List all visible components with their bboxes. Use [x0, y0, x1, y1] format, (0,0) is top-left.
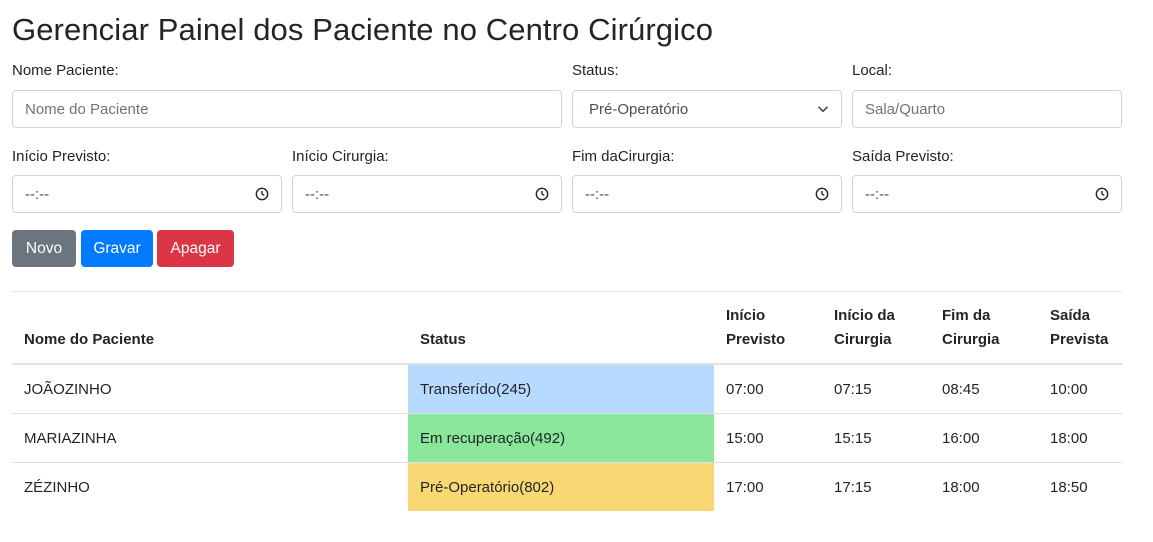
header-inicio-previsto-line1: Início	[726, 307, 766, 324]
novo-button[interactable]: Novo	[12, 230, 76, 267]
clock-icon[interactable]	[1095, 187, 1109, 201]
header-inicio-previsto: Início Previsto	[726, 304, 785, 352]
inicio-previsto-value: --:--	[25, 185, 50, 203]
saida-previsto-label: Saída Previsto:	[852, 148, 954, 165]
gravar-button[interactable]: Gravar	[81, 230, 153, 267]
cell-nome: JOÃOZINHO	[24, 380, 112, 398]
fim-cirurgia-time-input[interactable]: --:--	[572, 175, 842, 213]
header-inicio-cirurgia-line2: Cirurgia	[834, 331, 892, 348]
cell-fim-cirurgia: 08:45	[942, 380, 980, 398]
cell-status: Pré-Operatório(802)	[408, 463, 714, 511]
cell-inicio-cirurgia: 15:15	[834, 429, 872, 447]
local-input[interactable]: Sala/Quarto	[852, 90, 1122, 128]
clock-icon[interactable]	[255, 187, 269, 201]
cell-inicio-cirurgia: 17:15	[834, 478, 872, 496]
header-nome: Nome do Paciente	[24, 331, 155, 348]
header-status: Status	[420, 331, 466, 348]
table-header: Nome do Paciente Status Início Previsto …	[12, 292, 1122, 365]
nome-paciente-input[interactable]: Nome do Paciente	[12, 90, 562, 128]
clock-icon[interactable]	[815, 187, 829, 201]
header-fim-cirurgia: Fim da Cirurgia	[942, 304, 1000, 352]
header-saida-prevista-line2: Prevista	[1050, 331, 1109, 348]
cell-inicio-previsto: 17:00	[726, 478, 764, 496]
local-placeholder: Sala/Quarto	[865, 100, 946, 118]
header-saida-prevista: Saída Prevista	[1050, 304, 1108, 352]
inicio-cirurgia-label: Início Cirurgia:	[292, 148, 389, 165]
cell-fim-cirurgia: 18:00	[942, 478, 980, 496]
header-fim-cirurgia-line2: Cirurgia	[942, 331, 1000, 348]
status-label: Status:	[572, 62, 619, 79]
cell-nome: MARIAZINHA	[24, 429, 117, 447]
inicio-previsto-time-input[interactable]: --:--	[12, 175, 282, 213]
cell-saida-prevista: 18:50	[1050, 478, 1088, 496]
fim-cirurgia-label: Fim daCirurgia:	[572, 148, 675, 165]
apagar-button[interactable]: Apagar	[157, 230, 234, 267]
cell-inicio-previsto: 07:00	[726, 380, 764, 398]
inicio-cirurgia-value: --:--	[305, 185, 330, 203]
cell-inicio-cirurgia: 07:15	[834, 380, 872, 398]
saida-previsto-time-input[interactable]: --:--	[852, 175, 1122, 213]
cell-saida-prevista: 10:00	[1050, 380, 1088, 398]
inicio-cirurgia-time-input[interactable]: --:--	[292, 175, 562, 213]
status-select-value: Pré-Operatório	[589, 100, 689, 118]
table-row[interactable]: MARIAZINHA Em recuperação(492) 15:00 15:…	[12, 414, 1122, 463]
cell-inicio-previsto: 15:00	[726, 429, 764, 447]
clock-icon[interactable]	[535, 187, 549, 201]
cell-nome: ZÉZINHO	[24, 478, 90, 496]
table-row[interactable]: JOÃOZINHO Transferído(245) 07:00 07:15 0…	[12, 365, 1122, 414]
page-title: Gerenciar Painel dos Paciente no Centro …	[12, 12, 714, 47]
cell-status: Em recuperação(492)	[408, 414, 714, 462]
table-row[interactable]: ZÉZINHO Pré-Operatório(802) 17:00 17:15 …	[12, 463, 1122, 512]
chevron-down-icon	[817, 106, 829, 113]
header-saida-prevista-line1: Saída	[1050, 307, 1091, 324]
header-inicio-previsto-line2: Previsto	[726, 331, 786, 348]
cell-status: Transferído(245)	[408, 365, 714, 413]
cell-fim-cirurgia: 16:00	[942, 429, 980, 447]
local-label: Local:	[852, 62, 893, 79]
patients-table: Nome do Paciente Status Início Previsto …	[12, 292, 1122, 512]
inicio-previsto-label: Início Previsto:	[12, 148, 111, 165]
header-inicio-cirurgia-line1: Início da	[834, 307, 895, 324]
cell-saida-prevista: 18:00	[1050, 429, 1088, 447]
nome-paciente-label: Nome Paciente:	[12, 62, 119, 79]
nome-paciente-placeholder: Nome do Paciente	[25, 100, 149, 118]
fim-cirurgia-value: --:--	[585, 185, 610, 203]
header-inicio-cirurgia: Início da Cirurgia	[834, 304, 895, 352]
status-select[interactable]: Pré-Operatório	[572, 90, 842, 128]
header-fim-cirurgia-line1: Fim da	[942, 307, 991, 324]
saida-previsto-value: --:--	[865, 185, 890, 203]
